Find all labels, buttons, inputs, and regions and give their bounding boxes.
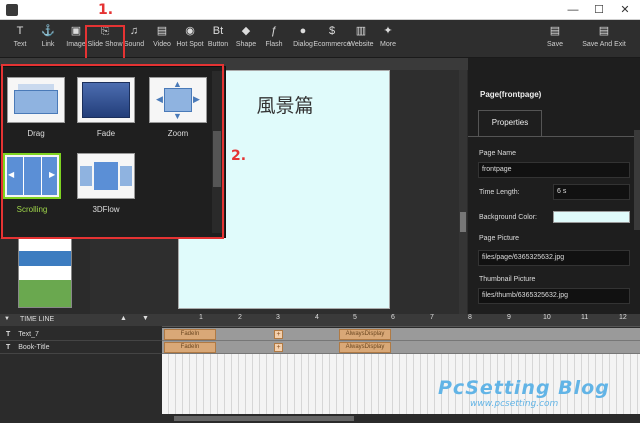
watermark-url: www.pcsetting.com bbox=[470, 399, 559, 409]
annotation-step-1: 1. bbox=[98, 2, 114, 18]
page-thumbnail[interactable] bbox=[18, 238, 72, 308]
link-tool[interactable]: ⚓ Link bbox=[36, 22, 60, 56]
thumbnail-picture-label: Thumbnail Picture bbox=[479, 276, 536, 283]
timeline-track: FadeIn + AlwaysDisplay bbox=[162, 341, 640, 354]
dialog-icon: ● bbox=[299, 25, 307, 37]
page-name-label: Page Name bbox=[479, 150, 516, 157]
fadein-clip[interactable]: FadeIn bbox=[164, 342, 216, 353]
effect-popup-highlight-box bbox=[1, 64, 224, 239]
save-icon: ▤ bbox=[549, 25, 561, 37]
save-and-exit-button[interactable]: ▤ Save And Exit bbox=[582, 22, 626, 56]
keyframe-add-icon[interactable]: + bbox=[274, 330, 283, 339]
video-icon: ▤ bbox=[156, 25, 168, 37]
page-picture-label: Page Picture bbox=[479, 235, 520, 242]
collapse-up-icon[interactable]: ▲ bbox=[120, 315, 127, 322]
minimize-button[interactable]: — bbox=[560, 0, 586, 20]
hotspot-tool[interactable]: ◉ Hot Spot bbox=[176, 22, 203, 56]
text-icon: T bbox=[16, 25, 24, 37]
slideshow-highlight-box bbox=[85, 25, 125, 60]
time-length-label: Time Length: bbox=[479, 189, 520, 196]
keyframe-add-icon[interactable]: + bbox=[274, 343, 283, 352]
timeline-title: TIME LINE bbox=[20, 316, 55, 323]
time-length-field[interactable]: 6 s bbox=[553, 184, 630, 200]
button-tool[interactable]: Bt Button bbox=[206, 22, 230, 56]
shape-icon: ◆ bbox=[241, 25, 251, 37]
timeline-header: ▼ TIME LINE ▲ ▼ bbox=[0, 314, 162, 326]
website-icon: ▥ bbox=[355, 25, 367, 37]
timeline-layer-text7[interactable]: T Text_7 bbox=[0, 328, 162, 341]
app-icon bbox=[6, 4, 18, 16]
tab-properties[interactable]: Properties bbox=[478, 110, 542, 136]
more-tool[interactable]: ✦ More bbox=[376, 22, 400, 56]
timeline-scrollbar[interactable] bbox=[162, 414, 640, 423]
timeline-ruler: 1 2 3 4 5 6 7 8 9 10 11 12 bbox=[162, 314, 640, 327]
hotspot-icon: ◉ bbox=[185, 25, 195, 37]
background-color-swatch[interactable] bbox=[553, 211, 630, 223]
properties-title: Page(frontpage) bbox=[480, 90, 542, 99]
shape-tool[interactable]: ◆ Shape bbox=[234, 22, 258, 56]
annotation-step-2: 2. bbox=[231, 148, 247, 164]
flash-tool[interactable]: ƒ Flash bbox=[262, 22, 286, 56]
more-icon: ✦ bbox=[383, 25, 393, 37]
ecommerce-icon: $ bbox=[328, 25, 336, 37]
sound-icon: ♫ bbox=[129, 25, 139, 37]
fadein-clip[interactable]: FadeIn bbox=[164, 329, 216, 340]
sound-tool[interactable]: ♫ Sound bbox=[122, 22, 146, 56]
alwaysdisplay-clip[interactable]: AlwaysDisplay bbox=[339, 342, 391, 353]
timeline-layer-book-title[interactable]: T Book-Title bbox=[0, 341, 162, 354]
properties-scrollbar[interactable] bbox=[634, 130, 640, 230]
save-exit-icon: ▤ bbox=[598, 25, 610, 37]
close-button[interactable]: ✕ bbox=[612, 0, 638, 20]
properties-panel: Page(frontpage) Properties Page Name fro… bbox=[468, 58, 640, 314]
text-layer-icon: T bbox=[6, 331, 11, 338]
collapse-down-icon[interactable]: ▼ bbox=[142, 315, 149, 322]
flash-icon: ƒ bbox=[270, 25, 278, 37]
timeline-track: FadeIn + AlwaysDisplay bbox=[162, 328, 640, 341]
button-icon: Bt bbox=[212, 25, 224, 37]
page-name-field[interactable]: frontpage bbox=[478, 162, 630, 178]
thumbnail-picture-field[interactable]: files/thumb/6365325632.jpg bbox=[478, 288, 630, 304]
link-icon: ⚓ bbox=[41, 25, 55, 37]
title-bar: — ☐ ✕ bbox=[0, 0, 640, 20]
text-layer-icon: T bbox=[6, 344, 11, 351]
dialog-tool[interactable]: ● Dialog bbox=[291, 22, 315, 56]
save-button[interactable]: ▤ Save bbox=[543, 22, 567, 56]
alwaysdisplay-clip[interactable]: AlwaysDisplay bbox=[339, 329, 391, 340]
video-tool[interactable]: ▤ Video bbox=[150, 22, 174, 56]
timeline-grid[interactable]: FadeIn + AlwaysDisplay FadeIn + AlwaysDi… bbox=[162, 328, 640, 423]
watermark-title: PcSetting Blog bbox=[438, 377, 610, 399]
page-picture-field[interactable]: files/page/6365325632.jpg bbox=[478, 250, 630, 266]
ecommerce-tool[interactable]: $ Ecommerce bbox=[313, 22, 350, 56]
text-tool[interactable]: T Text bbox=[8, 22, 32, 56]
website-tool[interactable]: ▥ Website bbox=[348, 22, 373, 56]
canvas-scrollbar[interactable] bbox=[459, 70, 467, 314]
maximize-button[interactable]: ☐ bbox=[586, 0, 612, 20]
background-color-label: Background Color: bbox=[479, 214, 537, 221]
